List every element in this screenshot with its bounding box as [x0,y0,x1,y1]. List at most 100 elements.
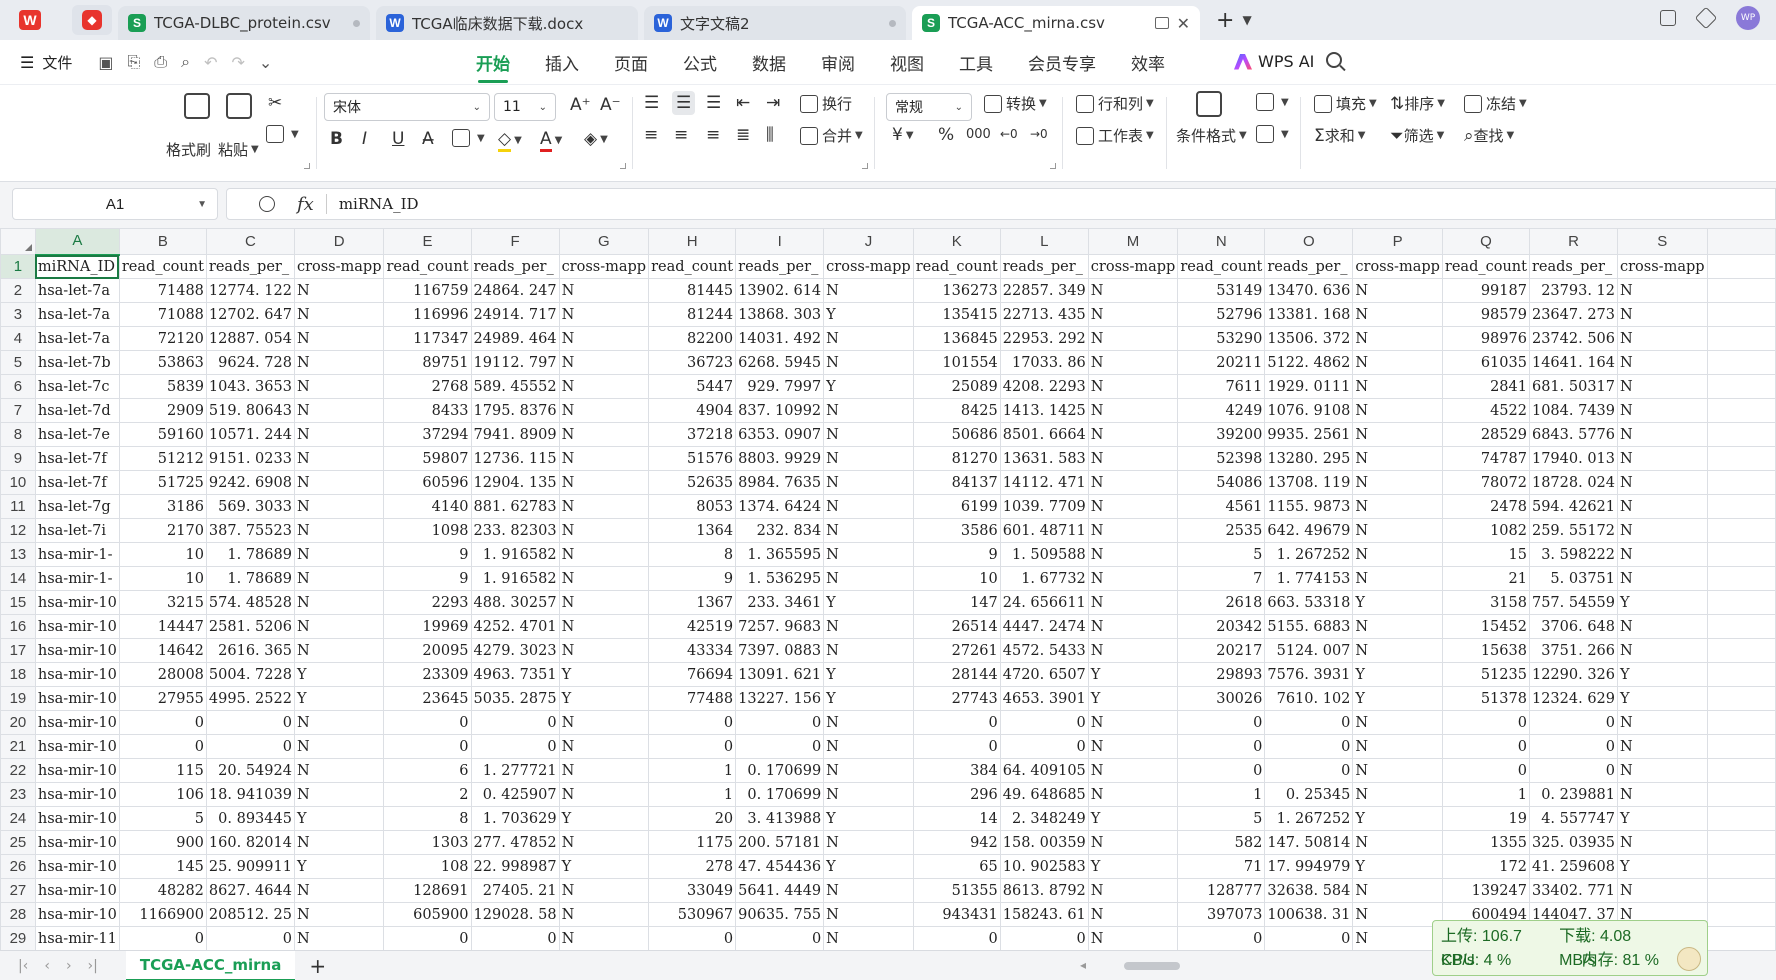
row-header[interactable]: 13 [0,542,36,567]
grid-cell[interactable]: 13902. 614 [735,278,825,303]
grid-cell[interactable]: 37294 [383,422,472,447]
grid-cell[interactable]: 5122. 4862 [1264,350,1354,375]
grid-cell[interactable]: 10. 902583 [999,854,1089,879]
grid-cell[interactable]: 33049 [648,878,737,903]
grid-cell[interactable]: 1303 [383,830,472,855]
grid-cell[interactable]: 6199 [912,494,1001,519]
bold-button[interactable]: B [330,129,343,149]
grid-cell[interactable]: N [1087,398,1179,423]
grid-cell[interactable]: 27261 [912,638,1001,663]
grid-cell[interactable]: 117347 [383,326,472,351]
grid-cell[interactable]: hsa-let-7f [34,446,120,471]
grid-cell[interactable]: 582 [1177,830,1266,855]
grid-cell[interactable]: 147. 50814 [1264,830,1354,855]
grid-cell[interactable]: N [1617,302,1708,327]
grid-cell[interactable]: N [823,926,914,950]
grid-cell[interactable]: N [1617,470,1708,495]
grid-cell[interactable]: N [1087,374,1179,399]
grid-cell[interactable]: 1098 [383,518,472,543]
grid-cell[interactable]: 19112. 797 [470,350,560,375]
grid-cell[interactable]: 27743 [912,686,1001,711]
grid-cell[interactable]: N [293,758,385,783]
grid-cell[interactable] [1706,638,1776,663]
clipboard-launcher-icon[interactable] [304,163,310,169]
grid-cell[interactable]: 0 [735,710,825,735]
grid-cell[interactable]: 1. 774153 [1264,566,1354,591]
grid-cell[interactable]: 145 [118,854,207,879]
grid-cell[interactable]: Y [558,686,650,711]
grid-cell[interactable]: 53290 [1177,326,1266,351]
header-cell[interactable]: reads_per_ [470,254,560,279]
align-bottom-button[interactable]: ☰ [706,93,721,113]
italic-button[interactable]: I [362,129,367,149]
grid-cell[interactable]: 0 [1177,758,1266,783]
grid-cell[interactable]: N [1087,830,1179,855]
app-center-icon[interactable] [1694,6,1718,30]
grid-cell[interactable]: 0. 170699 [735,782,825,807]
grid-cell[interactable]: N [1617,638,1708,663]
header-cell[interactable]: reads_per_ [735,254,825,279]
grid-cell[interactable]: 22953. 292 [999,326,1089,351]
grid-cell[interactable]: 5124. 007 [1264,638,1354,663]
grid-cell[interactable]: N [823,278,914,303]
grid-cell[interactable]: 2616. 365 [205,638,295,663]
grid-cell[interactable]: 1 [648,758,737,783]
grid-cell[interactable]: 77488 [648,686,737,711]
increase-decimal-button[interactable]: ←0 [1000,127,1018,141]
currency-button[interactable]: ¥ ▼ [892,125,914,145]
grid-cell[interactable]: 6843. 5776 [1528,422,1619,447]
column-header[interactable]: P [1352,228,1443,255]
grid-cell[interactable]: 81270 [912,446,1001,471]
column-header[interactable]: J [823,228,914,255]
grid-cell[interactable]: 900 [118,830,207,855]
grid-cell[interactable]: N [823,782,914,807]
grid-cell[interactable]: 8803. 9929 [735,446,825,471]
grid-cell[interactable]: 4963. 7351 [470,662,560,687]
grid-cell[interactable]: 24914. 717 [470,302,560,327]
row-header[interactable]: 20 [0,710,36,735]
grid-cell[interactable]: 128691 [383,878,472,903]
grid-cell[interactable]: N [1352,470,1443,495]
grid-cell[interactable]: 135415 [912,302,1001,327]
grid-cell[interactable]: 84137 [912,470,1001,495]
grid-cell[interactable]: 0 [648,710,737,735]
grid-cell[interactable]: 89751 [383,350,472,375]
column-header[interactable]: K [912,228,1001,255]
grid-cell[interactable]: 1. 267252 [1264,806,1354,831]
grid-cell[interactable] [1706,398,1776,423]
grid-cell[interactable]: Y [1087,662,1179,687]
search-icon[interactable] [1326,52,1342,68]
grid-cell[interactable]: 278 [648,854,737,879]
grid-cell[interactable]: 36723 [648,350,737,375]
grid-cell[interactable]: 0 [383,710,472,735]
grid-cell[interactable]: 106 [118,782,207,807]
column-header[interactable] [1706,228,1776,255]
next-sheet-icon[interactable]: › [66,958,72,974]
grid-cell[interactable]: 19969 [383,614,472,639]
header-cell[interactable]: reads_per_ [1528,254,1619,279]
grid-cell[interactable]: 12904. 135 [470,470,560,495]
row-header[interactable]: 9 [0,446,36,471]
align-top-button[interactable]: ☰ [644,93,659,113]
grid-cell[interactable]: 4. 557747 [1528,806,1619,831]
align-middle-button[interactable]: ☰ [672,91,696,115]
grid-cell[interactable]: 81244 [648,302,737,327]
grid-cell[interactable]: N [1352,710,1443,735]
grid-cell[interactable]: N [1087,734,1179,759]
grid-cell[interactable]: 8 [383,806,472,831]
grid-cell[interactable]: 1. 78689 [205,542,295,567]
grid-cell[interactable]: N [1617,446,1708,471]
grid-cell[interactable]: 0 [648,734,737,759]
scroll-left-icon[interactable]: ◂ [1080,958,1086,972]
grid-cell[interactable] [1706,470,1776,495]
grid-cell[interactable]: 200. 57181 [735,830,825,855]
grid-cell[interactable]: 160. 82014 [205,830,295,855]
grid-cell[interactable]: 942 [912,830,1001,855]
header-cell[interactable]: read_count [648,254,737,279]
grid-cell[interactable]: 0 [205,734,295,759]
grid-cell[interactable]: 6353. 0907 [735,422,825,447]
grid-cell[interactable]: 1084. 7439 [1528,398,1619,423]
grid-cell[interactable]: 0 [1528,710,1619,735]
grid-cell[interactable] [1706,494,1776,519]
grid-cell[interactable]: 17033. 86 [999,350,1089,375]
